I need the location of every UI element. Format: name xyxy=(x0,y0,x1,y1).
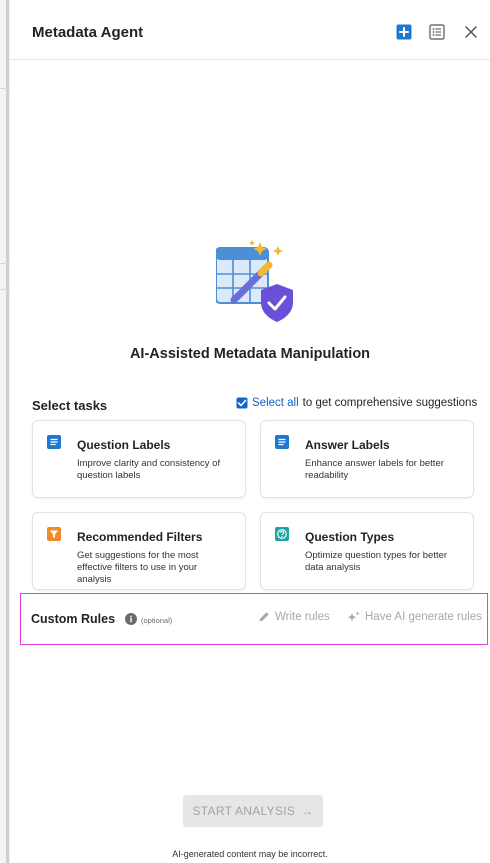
task-card-description: Get suggestions for the most effective f… xyxy=(77,550,199,585)
answer-labels-icon xyxy=(275,435,289,449)
panel-title: Metadata Agent xyxy=(32,24,144,41)
task-card-recommended-filters[interactable]: Recommended Filters Get suggestions for … xyxy=(32,512,246,590)
background-divider xyxy=(0,289,10,290)
start-analysis-button[interactable]: START ANALYSIS → xyxy=(183,795,323,827)
background-divider xyxy=(0,263,10,264)
question-labels-icon xyxy=(47,435,61,449)
ai-generate-rules-button[interactable]: Have AI generate rules xyxy=(347,611,482,623)
list-icon xyxy=(429,24,445,40)
task-card-description: Improve clarity and consistency of quest… xyxy=(77,458,221,481)
add-button[interactable] xyxy=(396,24,412,40)
metadata-agent-panel: Metadata Agent AI-Assisted Metadata Mani… xyxy=(10,0,490,863)
task-card-answer-labels[interactable]: Answer Labels Enhance answer labels for … xyxy=(260,420,474,498)
write-rules-label: Write rules xyxy=(275,611,330,623)
task-card-title: Recommended Filters xyxy=(77,530,203,544)
start-analysis-label: START ANALYSIS xyxy=(192,804,296,818)
hero-title: AI-Assisted Metadata Manipulation xyxy=(129,346,371,362)
custom-rules-section: Custom Rules (optional) Write rules Have… xyxy=(20,593,488,645)
task-card-question-types[interactable]: Question Types Optimize question types f… xyxy=(260,512,474,590)
select-all-suffix: to get comprehensive suggestions xyxy=(302,397,478,409)
ai-generate-rules-label: Have AI generate rules xyxy=(365,611,482,623)
select-all-icon[interactable] xyxy=(236,397,248,409)
close-button[interactable] xyxy=(463,24,479,40)
question-types-icon xyxy=(275,527,289,541)
panel-header: Metadata Agent xyxy=(10,0,490,60)
task-card-title: Question Types xyxy=(305,530,395,544)
add-icon xyxy=(396,24,412,40)
ai-metadata-table-icon xyxy=(216,240,293,322)
select-all-row: Select all to get comprehensive suggesti… xyxy=(236,397,477,409)
background-divider xyxy=(0,88,10,89)
pencil-icon xyxy=(259,612,269,622)
select-tasks-heading: Select tasks xyxy=(32,398,108,413)
task-card-question-labels[interactable]: Question Labels Improve clarity and cons… xyxy=(32,420,246,498)
optional-label: (optional) xyxy=(141,616,173,625)
background-scroll-edge xyxy=(6,0,9,863)
arrow-right-icon: → xyxy=(301,804,314,818)
info-icon[interactable] xyxy=(125,613,137,625)
write-rules-button[interactable]: Write rules xyxy=(258,611,330,623)
task-card-title: Answer Labels xyxy=(305,438,390,452)
task-card-title: Question Labels xyxy=(77,438,171,452)
background-app-edge xyxy=(0,0,10,863)
close-icon xyxy=(465,26,477,38)
task-card-description: Enhance answer labels for better readabi… xyxy=(305,458,444,481)
sparkle-icon xyxy=(347,611,360,622)
select-all-link[interactable]: Select all xyxy=(252,397,299,409)
filter-icon xyxy=(47,527,61,541)
list-view-button[interactable] xyxy=(429,24,445,40)
custom-rules-title: Custom Rules xyxy=(31,612,116,626)
task-card-description: Optimize question types for better data … xyxy=(305,550,448,573)
ai-disclaimer: AI-generated content may be incorrect. xyxy=(172,849,328,859)
